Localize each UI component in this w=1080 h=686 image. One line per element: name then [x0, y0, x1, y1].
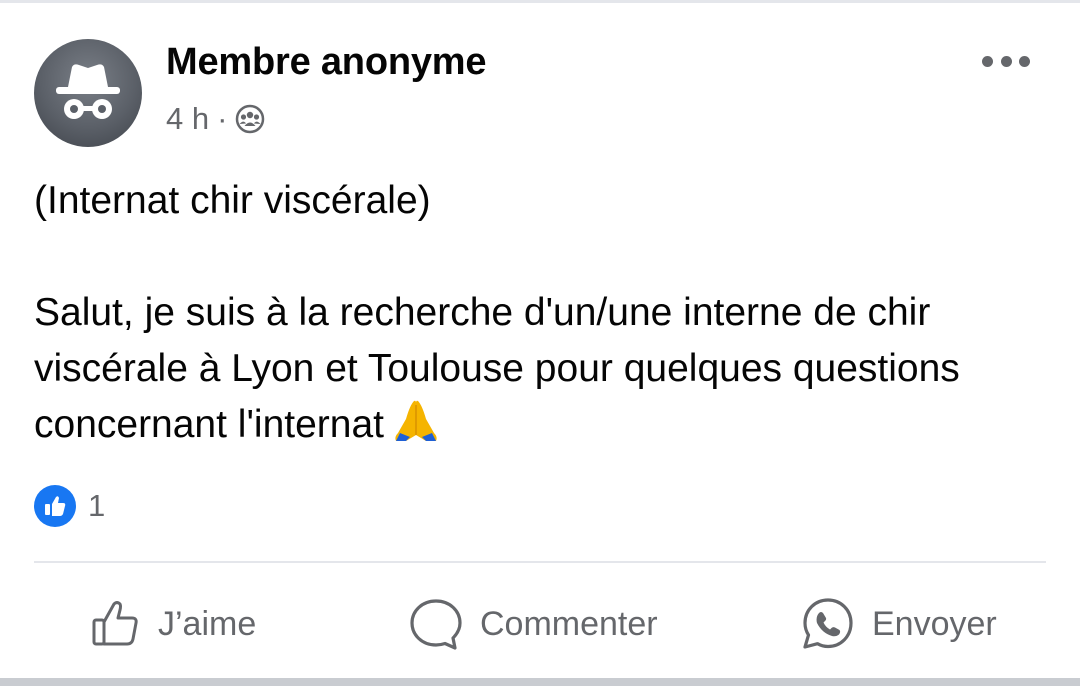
post-text-line: (Internat chir viscérale)	[34, 179, 431, 222]
whatsapp-icon	[803, 598, 853, 649]
post-meta: 4 h ·	[166, 101, 265, 137]
send-label: Envoyer	[872, 604, 997, 643]
meta-separator: ·	[217, 101, 228, 136]
more-dot	[1000, 55, 1012, 67]
comment-button[interactable]: Commenter	[408, 591, 658, 657]
more-horizontal-icon[interactable]	[982, 49, 1030, 73]
send-button[interactable]: Envoyer	[800, 591, 997, 657]
comment-icon	[410, 599, 462, 650]
more-dot	[982, 55, 993, 67]
post-card: Membre anonyme 4 h · (Internat chir visc…	[0, 0, 1080, 686]
comment-label: Commenter	[480, 604, 658, 643]
post-body: (Internat chir viscérale) Salut, je suis…	[34, 173, 1044, 453]
action-bar: J’aime Commenter Envoyer	[0, 591, 1080, 657]
like-label: J’aime	[158, 604, 257, 643]
post-text-paragraph: Salut, je suis à la recherche d'un/une i…	[34, 285, 1044, 453]
author-name[interactable]: Membre anonyme	[166, 41, 486, 84]
thumbs-up-icon	[92, 601, 138, 646]
post-text-line: Salut, je suis à la recherche d'un/une i…	[34, 291, 960, 446]
bottom-separator	[0, 678, 1080, 686]
divider	[34, 561, 1046, 563]
pray-emoji	[395, 400, 437, 441]
more-dot	[1019, 55, 1030, 67]
reaction-count: 1	[88, 488, 106, 523]
like-button[interactable]: J’aime	[90, 591, 256, 657]
incognito-icon	[56, 64, 120, 119]
group-icon	[236, 104, 265, 134]
like-badge-icon	[34, 485, 76, 527]
reaction-summary[interactable]: 1	[34, 485, 105, 527]
post-time[interactable]: 4 h	[166, 101, 209, 137]
avatar[interactable]	[34, 39, 142, 147]
